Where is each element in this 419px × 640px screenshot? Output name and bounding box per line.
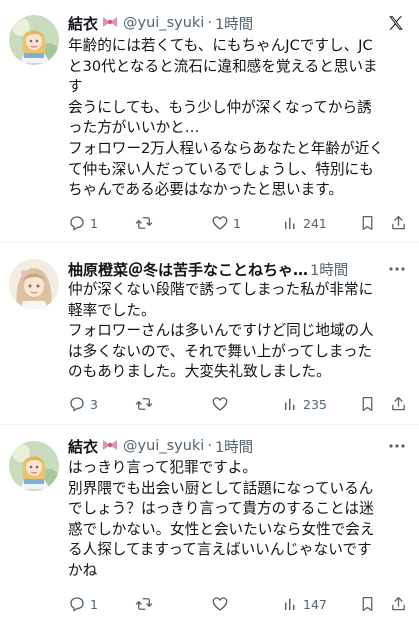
reply-button[interactable]: 1 bbox=[68, 593, 98, 615]
action-bar: 1 1 241 bbox=[68, 212, 408, 234]
tweet-line: かね bbox=[68, 561, 98, 579]
retweet-icon bbox=[134, 214, 154, 232]
tweet-line: て仲も深い人だっているでしょうし、特別にも bbox=[68, 160, 374, 178]
timestamp[interactable]: 1時間 bbox=[310, 259, 348, 280]
more-dots-icon[interactable] bbox=[389, 258, 405, 280]
avatar-yui[interactable] bbox=[9, 15, 59, 65]
views-bar-icon bbox=[283, 396, 299, 412]
action-bar: 3 235 bbox=[68, 393, 408, 415]
share-button[interactable] bbox=[390, 593, 407, 615]
tweet-line: ちゃんである必要はなかったと思います。 bbox=[68, 181, 343, 199]
retweet-button[interactable] bbox=[134, 212, 154, 234]
tweet-header: 結衣 @yui_syuki · 1時間 bbox=[68, 12, 411, 34]
reply-count: 3 bbox=[90, 396, 98, 412]
share-button[interactable] bbox=[390, 393, 407, 415]
tweet-header: 柚原橙菜＠冬は苦手なことねちゃ… 1時間 bbox=[68, 258, 411, 280]
reply-count: 1 bbox=[90, 215, 98, 231]
tweet-line: でしょう？はっきり言って貴方のすることは迷 bbox=[68, 500, 374, 518]
views-button[interactable]: 241 bbox=[283, 212, 327, 234]
share-icon bbox=[390, 595, 407, 613]
bookmark-button[interactable] bbox=[359, 393, 376, 415]
x-logo-icon[interactable] bbox=[387, 12, 405, 34]
like-button[interactable]: 1 bbox=[211, 212, 241, 234]
tweet-line: った方がいいかと… bbox=[68, 119, 200, 137]
reply-count: 1 bbox=[90, 596, 98, 612]
reply-icon bbox=[68, 214, 86, 232]
tweet-line: 年齢的には若くても、にもちゃんJCですし、JC bbox=[68, 37, 373, 54]
views-bar-icon bbox=[283, 215, 299, 231]
views-bar-icon bbox=[283, 596, 299, 612]
tweet-line: す bbox=[68, 78, 83, 96]
heart-icon bbox=[211, 214, 229, 232]
retweet-button[interactable] bbox=[134, 393, 154, 415]
tweet-line: 惑でしかない。女性と会いたいなら女性で会え bbox=[68, 520, 375, 538]
tweet-line: は多くないので、それで舞い上がってしまった bbox=[68, 342, 373, 360]
bookmark-icon bbox=[359, 395, 376, 413]
views-button[interactable]: 147 bbox=[283, 593, 327, 615]
tweet-2[interactable]: 柚原橙菜＠冬は苦手なことねちゃ… 1時間 仲が深くない段階で誘ってしまった私が非… bbox=[0, 243, 419, 425]
bookmark-icon bbox=[359, 595, 376, 613]
share-icon bbox=[390, 214, 407, 232]
retweet-icon bbox=[134, 595, 154, 613]
ribbon-bow-icon bbox=[101, 437, 119, 456]
tweet-1[interactable]: 結衣 @yui_syuki · 1時間 年齢的には若くても、にもちゃんJCですし… bbox=[0, 0, 419, 236]
avatar-yui[interactable] bbox=[9, 441, 59, 491]
separator-dot: · bbox=[207, 15, 212, 31]
tweet-3[interactable]: 結衣 @yui_syuki · 1時間 はっきり言って犯罪ですよ。 別界隈でも出… bbox=[0, 425, 419, 640]
tweet-line: フォロワー2万人程いるならあなたと年齢が近く bbox=[68, 139, 384, 157]
bookmark-icon bbox=[359, 214, 376, 232]
views-button[interactable]: 235 bbox=[283, 393, 327, 415]
tweet-line: はっきり言って犯罪ですよ。 bbox=[68, 459, 257, 476]
display-name[interactable]: 結衣 bbox=[68, 13, 98, 34]
views-count: 147 bbox=[303, 596, 327, 612]
reply-icon bbox=[68, 595, 86, 613]
share-icon bbox=[390, 395, 407, 413]
heart-icon bbox=[211, 595, 229, 613]
views-count: 241 bbox=[303, 215, 327, 231]
bookmark-button[interactable] bbox=[359, 212, 376, 234]
timestamp[interactable]: 1時間 bbox=[215, 436, 253, 457]
user-handle[interactable]: @yui_syuki bbox=[123, 15, 204, 31]
separator-dot: · bbox=[207, 438, 212, 454]
tweet-line: フォロワーさんは多いんですけど同じ地域の人 bbox=[68, 322, 374, 340]
like-button[interactable] bbox=[211, 393, 229, 415]
like-count: 1 bbox=[233, 215, 241, 231]
reply-button[interactable]: 3 bbox=[68, 393, 98, 415]
tweet-line: と30代となると流石に違和感を覚えると思いま bbox=[68, 57, 378, 75]
like-button[interactable] bbox=[211, 593, 229, 615]
ribbon-bow-icon bbox=[101, 14, 119, 33]
tweet-text: はっきり言って犯罪ですよ。 別界隈でも出会い厨として話題になっているん でしょう… bbox=[68, 458, 408, 582]
display-name[interactable]: 結衣 bbox=[68, 436, 98, 457]
retweet-icon bbox=[134, 395, 154, 413]
views-count: 235 bbox=[303, 396, 327, 412]
tweet-line: 軽率でした。 bbox=[68, 301, 156, 319]
share-button[interactable] bbox=[390, 212, 407, 234]
avatar-yuzuhara[interactable] bbox=[9, 259, 59, 309]
action-bar: 1 147 bbox=[68, 593, 408, 615]
tweet-line: 会うにしても、もう少し仲が深くなってから誘 bbox=[68, 98, 372, 116]
tweet-line: 別界隈でも出会い厨として話題になっているん bbox=[68, 479, 374, 497]
tweet-line: のもありました。大変失礼致しました。 bbox=[68, 363, 331, 381]
tweet-text: 仲が深くない段階で誘ってしまった私が非常に 軽率でした。 フォロワーさんは多いん… bbox=[68, 280, 408, 383]
tweet-header: 結衣 @yui_syuki · 1時間 bbox=[68, 435, 411, 457]
timestamp[interactable]: 1時間 bbox=[215, 13, 253, 34]
bookmark-button[interactable] bbox=[359, 593, 376, 615]
tweet-text: 年齢的には若くても、にもちゃんJCですし、JC と30代となると流石に違和感を覚… bbox=[68, 36, 408, 201]
reply-icon bbox=[68, 395, 86, 413]
tweet-line: る人探してますって言えばいいんじゃないです bbox=[68, 541, 372, 559]
reply-button[interactable]: 1 bbox=[68, 212, 98, 234]
more-dots-icon[interactable] bbox=[389, 435, 405, 457]
tweet-line: 仲が深くない段階で誘ってしまった私が非常に bbox=[68, 281, 374, 298]
retweet-button[interactable] bbox=[134, 593, 154, 615]
display-name[interactable]: 柚原橙菜＠冬は苦手なことねちゃ… bbox=[68, 259, 308, 280]
user-handle[interactable]: @yui_syuki bbox=[123, 438, 204, 454]
heart-icon bbox=[211, 395, 229, 413]
